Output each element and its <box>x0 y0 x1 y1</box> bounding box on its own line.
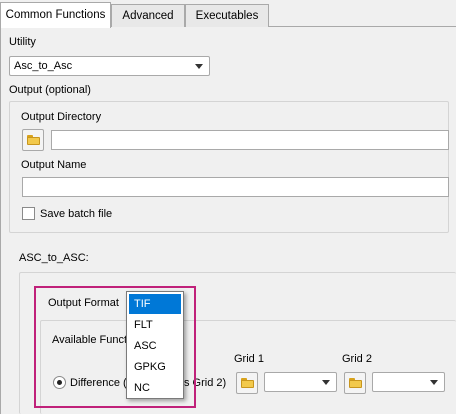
tab-common-functions[interactable]: Common Functions <box>0 2 111 28</box>
folder-icon <box>349 378 362 388</box>
format-option-flt[interactable]: FLT <box>129 315 181 335</box>
grid1-combobox[interactable] <box>264 372 337 392</box>
tab-executables[interactable]: Executables <box>185 4 269 28</box>
chevron-down-icon <box>430 380 438 385</box>
utility-label: Utility <box>9 36 36 48</box>
output-name-label: Output Name <box>21 159 87 171</box>
utility-value: Asc_to_Asc <box>14 60 73 72</box>
chevron-down-icon <box>195 64 203 69</box>
format-option-nc[interactable]: NC <box>129 378 181 398</box>
output-directory-field[interactable] <box>51 130 449 150</box>
output-directory-label: Output Directory <box>21 111 102 123</box>
format-option-gpkg[interactable]: GPKG <box>129 357 181 377</box>
format-option-tif[interactable]: TIF <box>129 294 181 314</box>
grid1-browse-button[interactable] <box>236 372 258 394</box>
grid2-combobox[interactable] <box>372 372 445 392</box>
grid2-label: Grid 2 <box>342 353 372 365</box>
output-group-label: Output (optional) <box>9 84 91 96</box>
utility-combobox[interactable]: Asc_to_Asc <box>9 56 210 76</box>
grid2-browse-button[interactable] <box>344 372 366 394</box>
save-batch-label: Save batch file <box>40 208 113 220</box>
output-name-field[interactable] <box>22 177 449 197</box>
grid1-label: Grid 1 <box>234 353 264 365</box>
output-directory-browse-button[interactable] <box>22 129 44 151</box>
chevron-down-icon <box>322 380 330 385</box>
folder-icon <box>241 378 254 388</box>
format-option-asc[interactable]: ASC <box>129 336 181 356</box>
tab-bar: Common Functions Advanced Executables <box>0 0 456 28</box>
tab-advanced[interactable]: Advanced <box>111 4 185 28</box>
asc-section-label: ASC_to_ASC: <box>19 252 89 264</box>
folder-icon <box>27 135 40 145</box>
save-batch-checkbox[interactable] <box>22 207 35 220</box>
output-format-dropdown[interactable]: TIF FLT ASC GPKG NC <box>126 291 184 399</box>
